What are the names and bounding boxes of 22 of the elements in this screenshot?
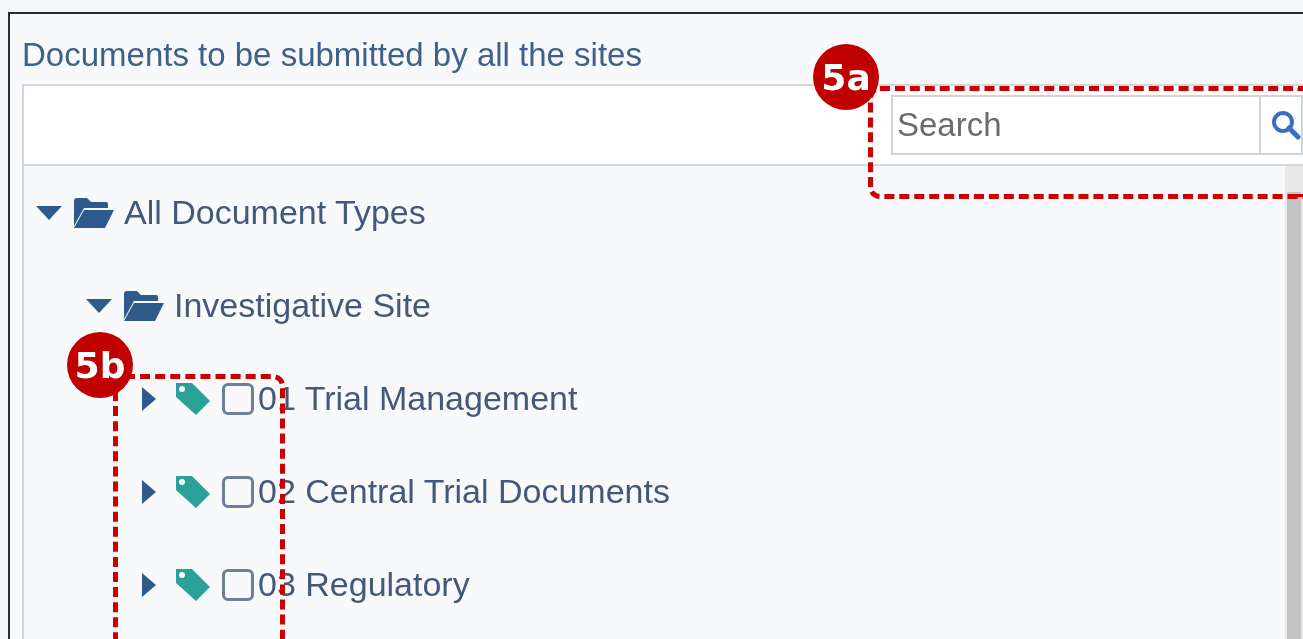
caret-right-icon[interactable]: [142, 572, 156, 597]
panel-title: Documents to be submitted by all the sites: [22, 36, 642, 74]
search-field[interactable]: Search: [891, 95, 1259, 155]
tree-item-label[interactable]: All Document Types: [124, 193, 426, 232]
tag-icon: [174, 380, 212, 417]
folder-icon: [124, 290, 164, 321]
scrollbar[interactable]: [1285, 166, 1303, 639]
checkbox[interactable]: [222, 568, 254, 601]
search-button[interactable]: [1259, 95, 1303, 155]
checkbox[interactable]: [222, 475, 254, 508]
tree-item-label[interactable]: Investigative Site: [174, 286, 432, 325]
tag-icon: [174, 566, 212, 603]
callout-badge: 5a: [813, 44, 879, 110]
tag-icon: [174, 473, 212, 510]
checkbox[interactable]: [222, 382, 254, 415]
caret-right-icon[interactable]: [142, 386, 156, 411]
caret-down-icon[interactable]: [86, 298, 112, 313]
caret-down-icon[interactable]: [36, 205, 62, 220]
search-icon: [1271, 110, 1301, 140]
folder-icon: [74, 197, 114, 228]
callout-badge: 5b: [67, 332, 133, 398]
caret-right-icon[interactable]: [142, 479, 156, 504]
